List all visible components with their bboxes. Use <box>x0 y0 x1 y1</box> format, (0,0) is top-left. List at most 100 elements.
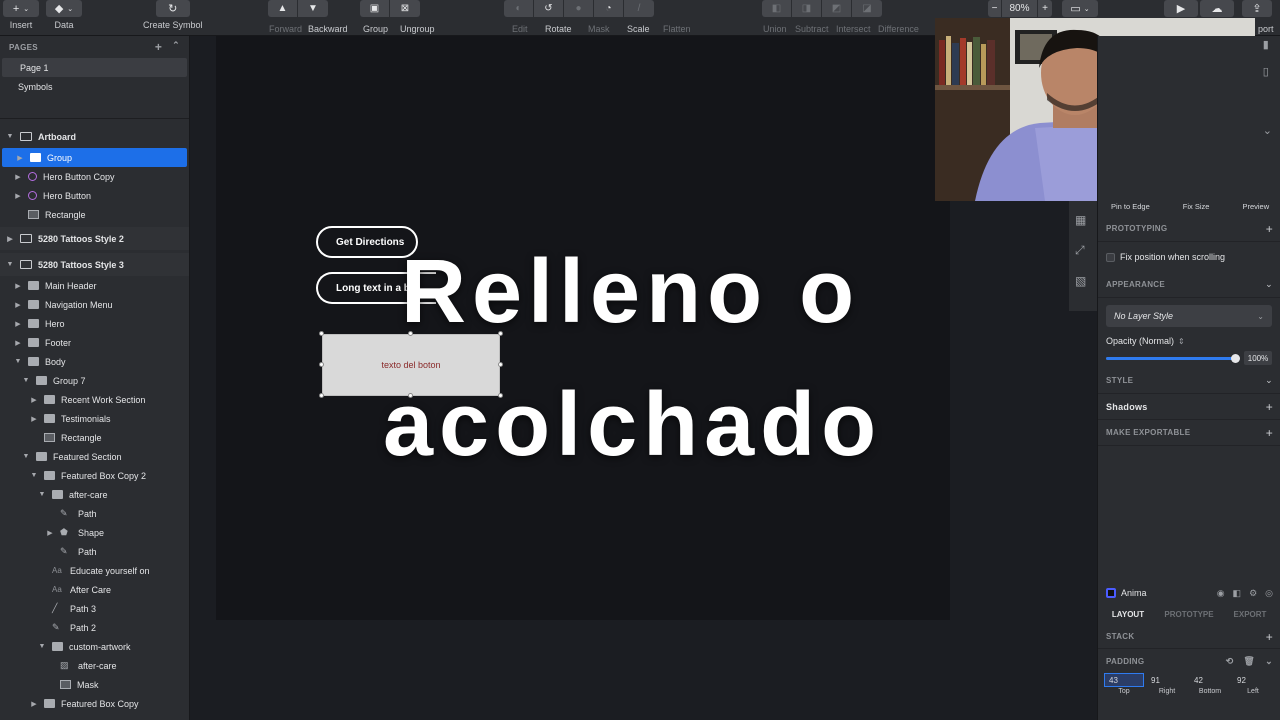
layer-item[interactable]: ▼ 5280 Tattoos Style 3 <box>0 253 189 276</box>
layer-item[interactable]: Mask <box>0 675 189 694</box>
add-icon[interactable]: + <box>1266 426 1273 440</box>
expanded-icon[interactable]: ▼ <box>5 133 15 140</box>
collapsed-icon[interactable]: ▶ <box>15 154 25 162</box>
panel-icon[interactable]: ◧ <box>1233 588 1242 599</box>
resize-icon[interactable]: ⤢ <box>1075 243 1097 258</box>
backward-icon[interactable]: ▼ <box>298 0 328 17</box>
layer-item[interactable]: Rectangle <box>0 205 189 224</box>
collapsed-icon[interactable]: ▶ <box>29 700 39 708</box>
collapse-icon[interactable]: ⌃ <box>172 40 180 54</box>
tab-prototype[interactable]: PROTOTYPE <box>1158 610 1220 619</box>
layer-item[interactable]: ▶ Navigation Menu <box>0 295 189 314</box>
layer-style-select[interactable]: No Layer Style ⌄ <box>1106 305 1272 327</box>
scale-icon[interactable]: ◔ <box>594 0 624 17</box>
add-icon[interactable]: + <box>1266 630 1273 644</box>
trash-icon[interactable]: 🗑 <box>1243 656 1255 667</box>
intersect-icon[interactable]: ◩ <box>822 0 852 17</box>
padding-bottom-input[interactable]: 42 <box>1190 673 1230 687</box>
chevron-down-icon[interactable]: ⌄ <box>1265 279 1273 290</box>
align-icon[interactable]: ▦ <box>1075 213 1097 227</box>
compass-icon[interactable]: ◎ <box>1265 588 1273 599</box>
collapsed-icon[interactable]: ▶ <box>13 282 23 290</box>
chevron-down-icon[interactable]: ⌄ <box>1263 124 1272 137</box>
collapsed-icon[interactable]: ▶ <box>13 173 23 181</box>
rotate-icon[interactable]: ↺ <box>534 0 564 17</box>
zoom-in-icon[interactable]: + <box>1038 0 1052 17</box>
layer-item[interactable]: ▶ Main Header <box>0 276 189 295</box>
padding-top-input[interactable]: 43 <box>1104 673 1144 687</box>
padding-section[interactable]: PADDING ⟲ 🗑 ⌄ <box>1098 649 1280 673</box>
add-icon[interactable]: + <box>1266 222 1273 236</box>
layer-item[interactable]: ▼ Featured Section <box>0 447 189 466</box>
page-item-symbols[interactable]: Symbols <box>0 77 189 96</box>
stack-section[interactable]: STACK + <box>1098 625 1280 649</box>
style-section[interactable]: STYLE ⌄ <box>1098 368 1280 394</box>
layer-item[interactable]: Aa Educate yourself on <box>0 561 189 580</box>
layer-item[interactable]: ╱ Path 3 <box>0 599 189 618</box>
collapsed-icon[interactable]: ▶ <box>13 320 23 328</box>
checkbox[interactable] <box>1106 252 1115 262</box>
record-icon[interactable]: ◉ <box>1217 588 1225 599</box>
layer-item[interactable]: ▶ ⬟ Shape <box>0 523 189 542</box>
mask-icon[interactable]: ● <box>564 0 594 17</box>
stepper-icon[interactable]: ⇕ <box>1178 337 1185 346</box>
expanded-icon[interactable]: ▼ <box>29 472 39 479</box>
fix-size-label[interactable]: Fix Size <box>1183 202 1210 211</box>
shadows-section[interactable]: Shadows + <box>1098 394 1280 420</box>
tab-export[interactable]: EXPORT <box>1220 610 1280 619</box>
padding-left-input[interactable]: 92 <box>1233 673 1273 687</box>
prototyping-section[interactable]: PROTOTYPING + <box>1098 216 1280 242</box>
layout-icon[interactable]: ▮ <box>1263 38 1272 51</box>
layer-item[interactable]: ▼ Featured Box Copy 2 <box>0 466 189 485</box>
subtract-icon[interactable]: ◨ <box>792 0 822 17</box>
flatten-icon[interactable]: / <box>624 0 654 17</box>
collapsed-icon[interactable]: ▶ <box>13 339 23 347</box>
fix-position-row[interactable]: Fix position when scrolling <box>1098 242 1280 272</box>
layer-item[interactable]: ✎ Path 2 <box>0 618 189 637</box>
resize-handle[interactable] <box>319 362 324 367</box>
layer-item[interactable]: ▶ Group <box>2 148 187 167</box>
expanded-icon[interactable]: ▼ <box>13 358 23 365</box>
padding-right-input[interactable]: 91 <box>1147 673 1187 687</box>
layer-item[interactable]: ▨ after-care <box>0 656 189 675</box>
layer-item[interactable]: ▼ Artboard <box>0 125 189 148</box>
layer-item[interactable]: ▶ Featured Box Copy <box>0 694 189 713</box>
expanded-icon[interactable]: ▼ <box>5 261 15 268</box>
insert-tool[interactable]: + ⌄ Insert <box>3 0 39 36</box>
ungroup-icon[interactable]: ⊠ <box>390 0 420 17</box>
expanded-icon[interactable]: ▼ <box>37 491 47 498</box>
layer-item[interactable]: ✎ Path <box>0 542 189 561</box>
collapsed-icon[interactable]: ▶ <box>45 529 55 537</box>
layer-item[interactable]: ▼ after-care <box>0 485 189 504</box>
expanded-icon[interactable]: ▼ <box>37 643 47 650</box>
export-icon[interactable]: ⇪ <box>1242 0 1272 17</box>
forward-icon[interactable]: ▲ <box>268 0 298 17</box>
image-icon[interactable]: ▧ <box>1075 274 1097 288</box>
layer-item[interactable]: ▼ Group 7 <box>0 371 189 390</box>
make-exportable-section[interactable]: MAKE EXPORTABLE + <box>1098 420 1280 446</box>
link-icon[interactable]: ⟲ <box>1226 656 1234 667</box>
collapsed-icon[interactable]: ▶ <box>29 415 39 423</box>
edit-icon[interactable]: ◐ <box>504 0 534 17</box>
layer-item[interactable]: Rectangle <box>0 428 189 447</box>
preview-label[interactable]: Preview <box>1242 202 1269 211</box>
expanded-icon[interactable]: ▼ <box>21 453 31 460</box>
gear-icon[interactable]: ⚙ <box>1249 588 1257 599</box>
layer-item[interactable]: ▶ Testimonials <box>0 409 189 428</box>
collapsed-icon[interactable]: ▶ <box>13 192 23 200</box>
cloud-icon[interactable]: ☁ <box>1200 0 1234 17</box>
layer-item[interactable]: ✎ Path <box>0 504 189 523</box>
layer-item[interactable]: ▶ Recent Work Section <box>0 390 189 409</box>
chevron-down-icon[interactable]: ⌄ <box>1265 375 1273 386</box>
create-symbol-tool[interactable]: ↻ Create Symbol <box>143 0 203 36</box>
layer-item[interactable]: ▶ Hero <box>0 314 189 333</box>
layer-item[interactable]: ▶ 5280 Tattoos Style 2 <box>0 227 189 250</box>
layer-item[interactable]: ▶ Hero Button <box>0 186 189 205</box>
resize-handle[interactable] <box>498 362 503 367</box>
opacity-input[interactable]: 100% <box>1244 351 1272 365</box>
layer-item[interactable]: ▼ custom-artwork <box>0 637 189 656</box>
difference-icon[interactable]: ◪ <box>852 0 882 17</box>
layer-item[interactable]: ▶ Footer <box>0 333 189 352</box>
page-item-page-1[interactable]: Page 1 <box>2 58 187 77</box>
view-menu-icon[interactable]: ▭ ⌄ <box>1062 0 1098 17</box>
